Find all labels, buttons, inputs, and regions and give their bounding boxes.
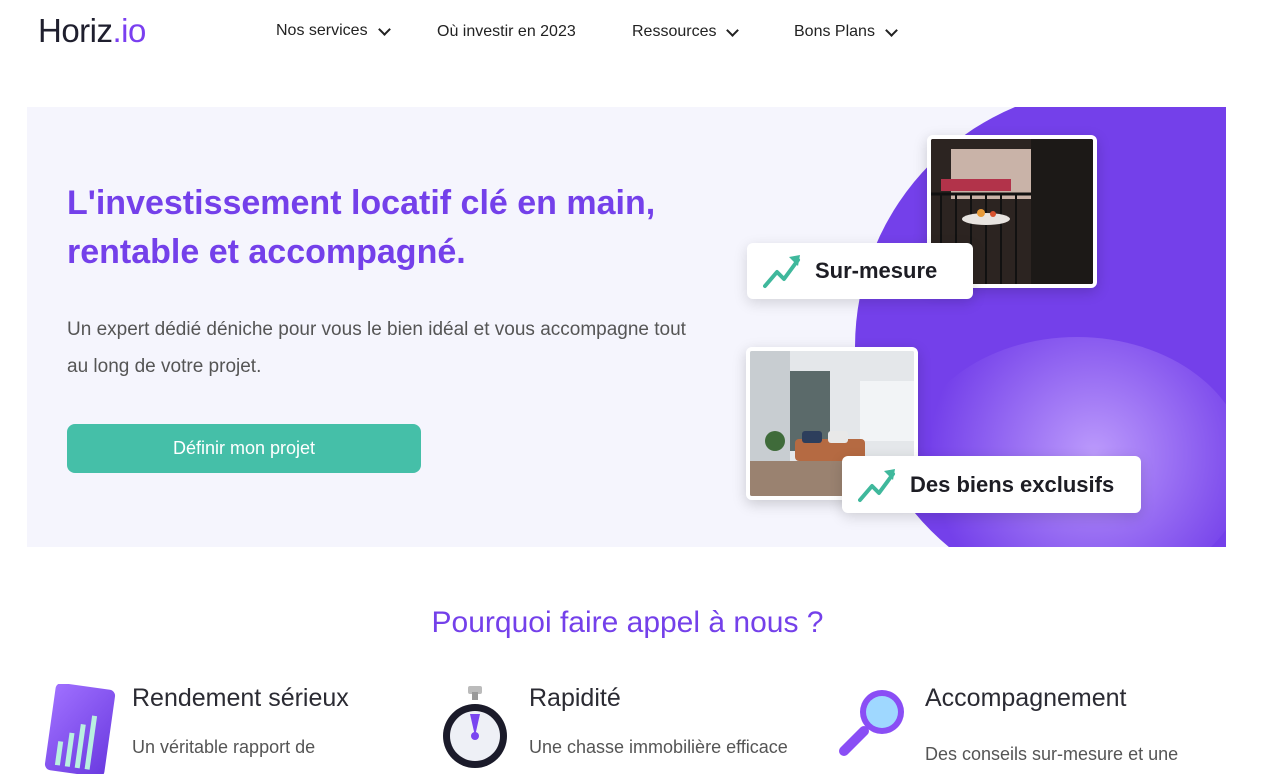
hero-title: L'investissement locatif clé en main, re… xyxy=(67,184,656,271)
chevron-down-icon xyxy=(885,23,898,37)
nav-label: Nos services xyxy=(276,22,368,39)
nav-label: Bons Plans xyxy=(794,23,875,40)
nav-label: Ressources xyxy=(632,23,717,40)
logo[interactable]: Horiz.io xyxy=(38,12,146,50)
nav-ou-investir[interactable]: Où investir en 2023 xyxy=(437,23,576,41)
trend-up-icon xyxy=(858,468,895,502)
logo-dot-io: .io xyxy=(112,12,147,49)
why-section-title: Pourquoi faire appel à nous ? xyxy=(431,606,824,639)
feature-title: Rapidité xyxy=(529,684,621,712)
hero-subtitle: Un expert dédié déniche pour vous le bie… xyxy=(67,319,686,377)
badge-label: Sur-mesure xyxy=(815,258,938,283)
feature-text: Des conseils sur-mesure et une xyxy=(925,744,1179,764)
stopwatch-icon xyxy=(443,686,507,768)
chevron-down-icon xyxy=(377,22,391,36)
magnifier-icon xyxy=(839,690,904,756)
feature-title: Accompagnement xyxy=(925,684,1127,712)
trend-up-icon xyxy=(763,255,800,288)
define-project-button[interactable]: Définir mon projet xyxy=(67,424,421,473)
nav-bons-plans[interactable]: Bons Plans xyxy=(794,23,898,41)
badge-label: Des biens exclusifs xyxy=(910,471,1115,497)
feature-text: Une chasse immobilière efficace xyxy=(529,737,788,757)
hero-section: L'investissement locatif clé en main, re… xyxy=(27,107,1226,547)
nav-nos-services[interactable]: Nos services xyxy=(276,22,391,40)
feature-title: Rendement sérieux xyxy=(132,684,349,712)
nav-label: Où investir en 2023 xyxy=(437,23,576,40)
badge-sur-mesure: Sur-mesure xyxy=(747,243,973,299)
chevron-down-icon xyxy=(726,23,740,37)
nav-ressources[interactable]: Ressources xyxy=(632,23,740,41)
logo-main: Horiz xyxy=(38,12,113,49)
site-header: Horiz.io Nos services Où investir en 202… xyxy=(0,0,1271,66)
feature-text: Un véritable rapport de xyxy=(132,737,316,757)
badge-biens-exclusifs: Des biens exclusifs xyxy=(842,456,1141,513)
chart-document-icon xyxy=(44,684,116,774)
